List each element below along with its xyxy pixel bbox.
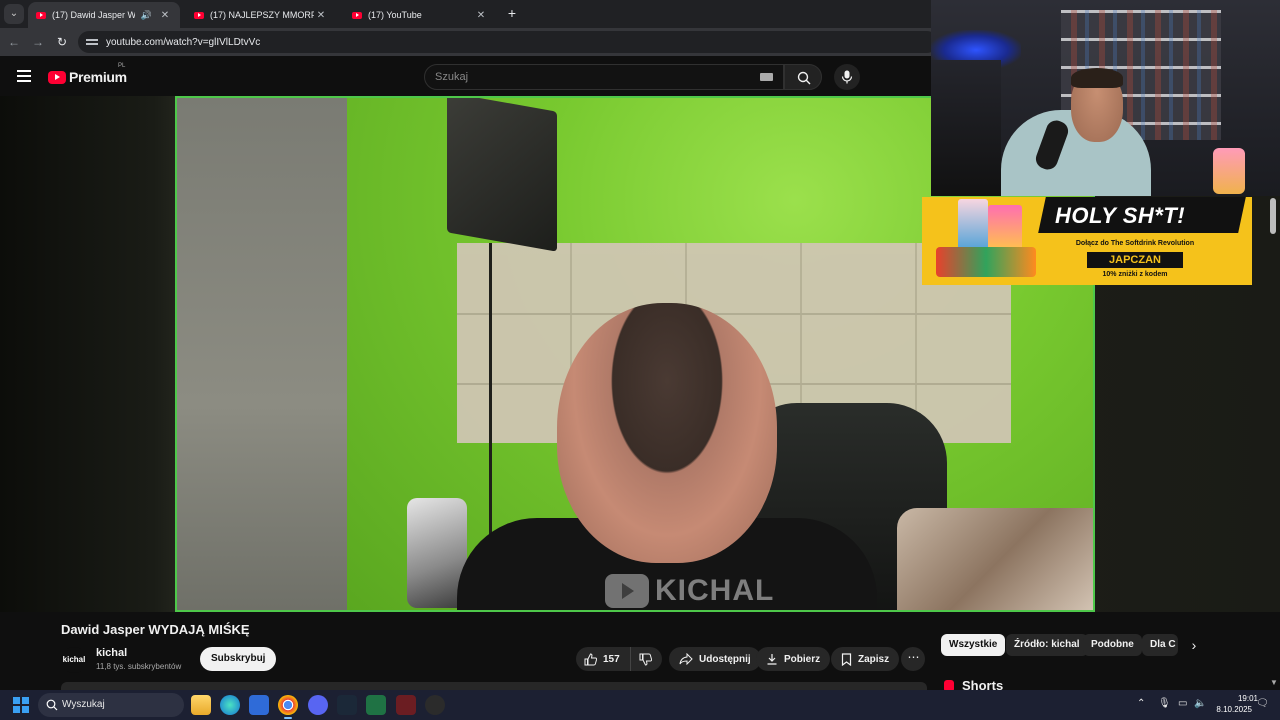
taskbar-clock-date[interactable]: 8.10.2025 xyxy=(1212,705,1252,714)
video-scene-wall xyxy=(177,98,357,610)
search-input[interactable]: Szukaj xyxy=(424,64,784,90)
facecam-cup xyxy=(1213,148,1245,194)
tab-title: (17) NAJLEPSZY MMORPG - W xyxy=(210,10,314,20)
screen: ⌄ (17) Dawid Jasper WYDAJĄ 🔊 ✕ (17) NAJL… xyxy=(0,0,1280,720)
video-title: Dawid Jasper WYDAJĄ MIŚKĘ xyxy=(61,622,250,637)
taskbar-search-placeholder: Wyszukaj xyxy=(62,699,105,710)
chip-source-kichal[interactable]: Źródło: kichal xyxy=(1006,634,1088,656)
share-button[interactable]: Udostępnij xyxy=(669,647,761,671)
youtube-premium-logo[interactable]: Premium PL xyxy=(48,63,127,85)
video-scene-person-head xyxy=(557,303,777,563)
play-watermark-icon xyxy=(605,574,649,608)
tab-youtube[interactable]: (17) YouTube ✕ xyxy=(344,2,496,28)
keyboard-icon[interactable] xyxy=(760,73,773,81)
streamer-facecam-overlay xyxy=(931,0,1280,196)
subscribe-button[interactable]: Subskrybuj xyxy=(200,647,277,671)
search-icon xyxy=(46,699,58,711)
youtube-favicon-icon xyxy=(194,11,204,19)
search-icon xyxy=(797,71,811,85)
tab-close-icon[interactable]: ✕ xyxy=(158,10,172,21)
file-explorer-icon[interactable] xyxy=(191,695,211,715)
bookmark-icon xyxy=(841,652,852,666)
thumbs-up-icon xyxy=(584,652,597,665)
save-label: Zapisz xyxy=(858,653,890,665)
tab-najlepszy-mmorpg[interactable]: (17) NAJLEPSZY MMORPG - W ✕ xyxy=(186,2,336,28)
like-dislike-group: 157 xyxy=(576,647,662,671)
steam-icon[interactable] xyxy=(337,695,357,715)
windows-start-icon[interactable] xyxy=(13,697,29,713)
watermark-text: KICHAL xyxy=(655,574,775,607)
new-tab-button[interactable]: + xyxy=(504,5,520,21)
channel-name[interactable]: kichal xyxy=(96,647,127,659)
obs-recording-icon[interactable] xyxy=(425,695,445,715)
taskbar-search-input[interactable]: Wyszukaj xyxy=(38,693,184,717)
youtube-logo-icon xyxy=(48,70,66,84)
chrome-icon[interactable] xyxy=(278,695,298,719)
facecam-background-left xyxy=(931,60,1001,196)
reload-button[interactable]: ↻ xyxy=(54,34,70,50)
chevron-right-icon[interactable]: › xyxy=(1186,637,1202,653)
chip-related[interactable]: Podobne xyxy=(1083,634,1142,656)
sponsor-ad-banner: HOLY SH*T! Dołącz do The Softdrink Revol… xyxy=(922,197,1252,285)
address-bar[interactable]: youtube.com/watch?v=glIVlLDtvVc xyxy=(78,31,938,53)
save-button[interactable]: Zapisz xyxy=(831,647,900,671)
page-scrollbar[interactable] xyxy=(1270,198,1276,234)
tab-dawid-jasper[interactable]: (17) Dawid Jasper WYDAJĄ 🔊 ✕ xyxy=(28,2,180,28)
volume-icon[interactable]: 🔈 xyxy=(1194,698,1206,709)
video-scene-speaker xyxy=(447,98,557,252)
taskbar-clock-time[interactable]: 19:01 xyxy=(1218,694,1258,703)
logo-text: Premium xyxy=(69,69,127,85)
voice-search-button[interactable] xyxy=(834,64,860,90)
microsoft-store-icon[interactable] xyxy=(249,695,269,715)
share-label: Udostępnij xyxy=(699,653,751,665)
chip-for-you[interactable]: Dla C xyxy=(1142,634,1178,656)
youtube-favicon-icon xyxy=(36,11,46,19)
chip-all[interactable]: Wszystkie xyxy=(941,634,1006,656)
excel-icon[interactable] xyxy=(366,695,386,715)
edge-browser-icon[interactable] xyxy=(220,695,240,715)
download-icon xyxy=(767,654,777,665)
tab-close-icon[interactable]: ✕ xyxy=(474,10,488,21)
scroll-down-arrow-icon[interactable]: ▼ xyxy=(1270,678,1278,687)
search-placeholder: Szukaj xyxy=(435,71,469,83)
url-text: youtube.com/watch?v=glIVlLDtvVc xyxy=(106,36,261,48)
back-button[interactable]: ← xyxy=(6,34,22,50)
microphone-icon xyxy=(841,70,853,84)
tab-title: (17) Dawid Jasper WYDAJĄ xyxy=(52,10,135,20)
video-scene-bedding xyxy=(897,508,1093,610)
microphone-tray-icon[interactable]: 🎙 xyxy=(1158,698,1171,709)
facecam-person-hair xyxy=(1071,68,1123,88)
ad-promo-code: JAPCZAN xyxy=(1087,252,1183,268)
channel-watermark: KICHAL xyxy=(605,574,774,608)
dislike-button[interactable] xyxy=(631,653,658,666)
thumbs-down-icon xyxy=(639,653,652,666)
game-app-icon[interactable] xyxy=(396,695,416,715)
youtube-favicon-icon xyxy=(352,11,362,19)
ad-tagline: Dołącz do The Softdrink Revolution xyxy=(1075,240,1195,247)
site-info-icon[interactable] xyxy=(86,37,98,47)
forward-button[interactable]: → xyxy=(30,34,46,50)
channel-avatar[interactable]: kichal xyxy=(61,647,87,673)
more-actions-button[interactable]: ⋯ xyxy=(901,647,925,671)
download-label: Pobierz xyxy=(784,653,821,665)
region-code: PL xyxy=(118,63,126,69)
like-button[interactable]: 157 xyxy=(576,647,631,671)
tab-title: (17) YouTube xyxy=(368,10,422,20)
search-button[interactable] xyxy=(784,64,822,90)
ad-product-images xyxy=(928,199,1036,283)
tab-search-menu-button[interactable]: ⌄ xyxy=(4,4,24,24)
ad-headline: HOLY SH*T! xyxy=(1055,203,1186,228)
menu-icon[interactable] xyxy=(17,70,31,82)
windows-taskbar: Wyszukaj ⌃ 🎙 ▭ 🔈 🗨 xyxy=(0,690,1280,720)
subscriber-count: 11,8 tys. subskrybentów xyxy=(96,662,182,671)
download-button[interactable]: Pobierz xyxy=(756,647,831,671)
tab-close-icon[interactable]: ✕ xyxy=(314,10,328,21)
like-count: 157 xyxy=(603,653,620,665)
network-icon[interactable]: ▭ xyxy=(1178,698,1187,709)
share-icon xyxy=(679,653,693,665)
ad-discount-text: 10% zniżki z kodem xyxy=(1102,271,1168,278)
show-hidden-icons-icon[interactable]: ⌃ xyxy=(1137,698,1145,709)
audio-playing-icon[interactable]: 🔊 xyxy=(141,10,152,21)
discord-icon[interactable] xyxy=(308,695,328,715)
